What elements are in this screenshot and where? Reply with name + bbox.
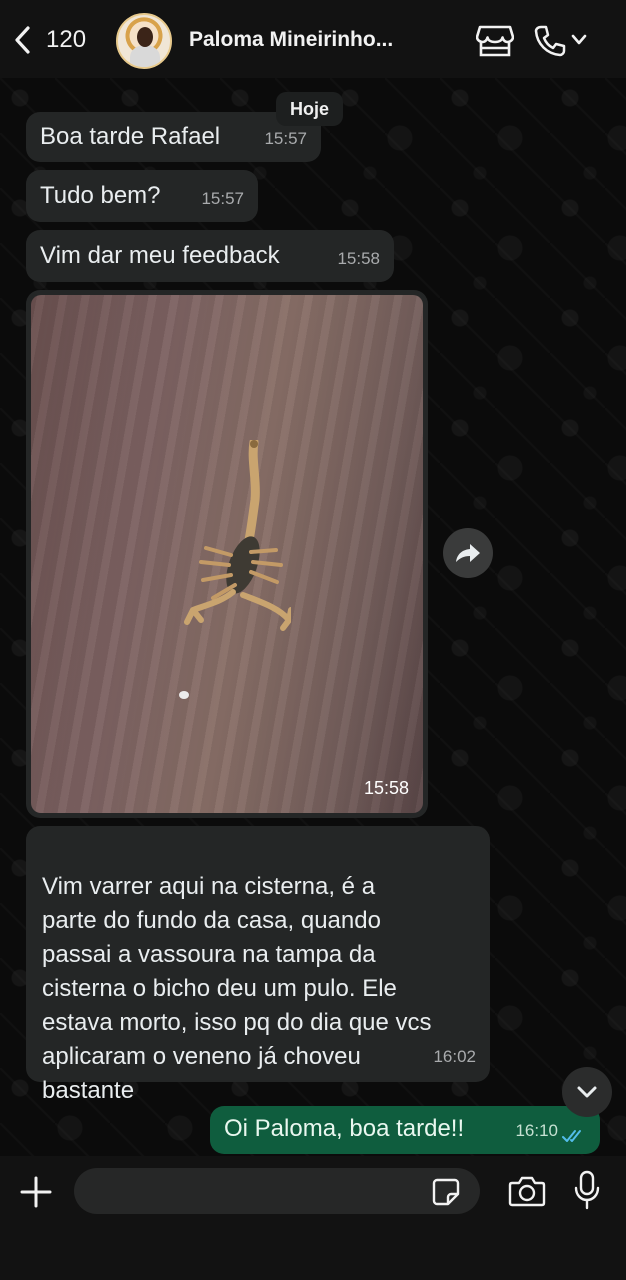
plus-icon[interactable] <box>18 1174 54 1210</box>
scorpion-photo[interactable]: 15:58 <box>31 295 423 813</box>
message-bubble[interactable]: Vim varrer aqui na cisterna, é a parte d… <box>26 826 490 1104</box>
chevron-left-icon <box>15 26 30 54</box>
chevron-down-icon <box>577 1086 597 1098</box>
message-input[interactable] <box>74 1168 480 1214</box>
scorpion-image <box>184 440 291 631</box>
sticker-icon[interactable] <box>432 1178 460 1206</box>
forward-icon <box>456 544 480 562</box>
chat-header: 120 Paloma Mineirinho... <box>0 0 626 78</box>
microphone-icon[interactable] <box>574 1170 600 1210</box>
unread-count: 120 <box>46 26 87 53</box>
pebble <box>179 691 189 699</box>
message-time: 15:57 <box>201 189 244 208</box>
composer-bar <box>0 1156 626 1280</box>
message-text: Vim dar meu feedback <box>40 242 280 269</box>
message-time: 16:02 <box>433 1047 476 1066</box>
message-time: 15:57 <box>264 129 307 148</box>
avatar[interactable] <box>116 13 172 69</box>
message-bubble-outgoing[interactable]: Oi Paloma, boa tarde!! 16:10 <box>210 1106 600 1154</box>
message-time: 15:58 <box>363 778 409 798</box>
back-button[interactable]: 120 <box>12 22 86 58</box>
scroll-to-bottom-button[interactable] <box>562 1067 612 1117</box>
message-time: 16:10 <box>515 1121 558 1140</box>
forward-button[interactable] <box>443 528 493 578</box>
date-separator: Hoje <box>276 92 344 126</box>
message-bubble[interactable]: Tudo bem? 15:57 <box>26 170 258 222</box>
message-text: Boa tarde Rafael <box>40 123 221 150</box>
message-text: Oi Paloma, boa tarde!! <box>224 1115 465 1142</box>
contact-name[interactable]: Paloma Mineirinho... <box>189 28 419 52</box>
store-icon[interactable] <box>476 24 514 58</box>
message-text: Vim varrer aqui na cisterna, é a parte d… <box>42 873 432 1104</box>
message-text: Tudo bem? <box>40 182 161 209</box>
read-receipt-icon <box>562 1130 581 1142</box>
image-message[interactable]: 15:58 <box>26 290 428 818</box>
camera-icon[interactable] <box>508 1174 546 1208</box>
message-time: 15:58 <box>337 249 380 268</box>
chevron-down-icon[interactable] <box>570 33 588 47</box>
phone-icon[interactable] <box>533 24 567 58</box>
message-bubble[interactable]: Vim dar meu feedback 15:58 <box>26 230 394 282</box>
